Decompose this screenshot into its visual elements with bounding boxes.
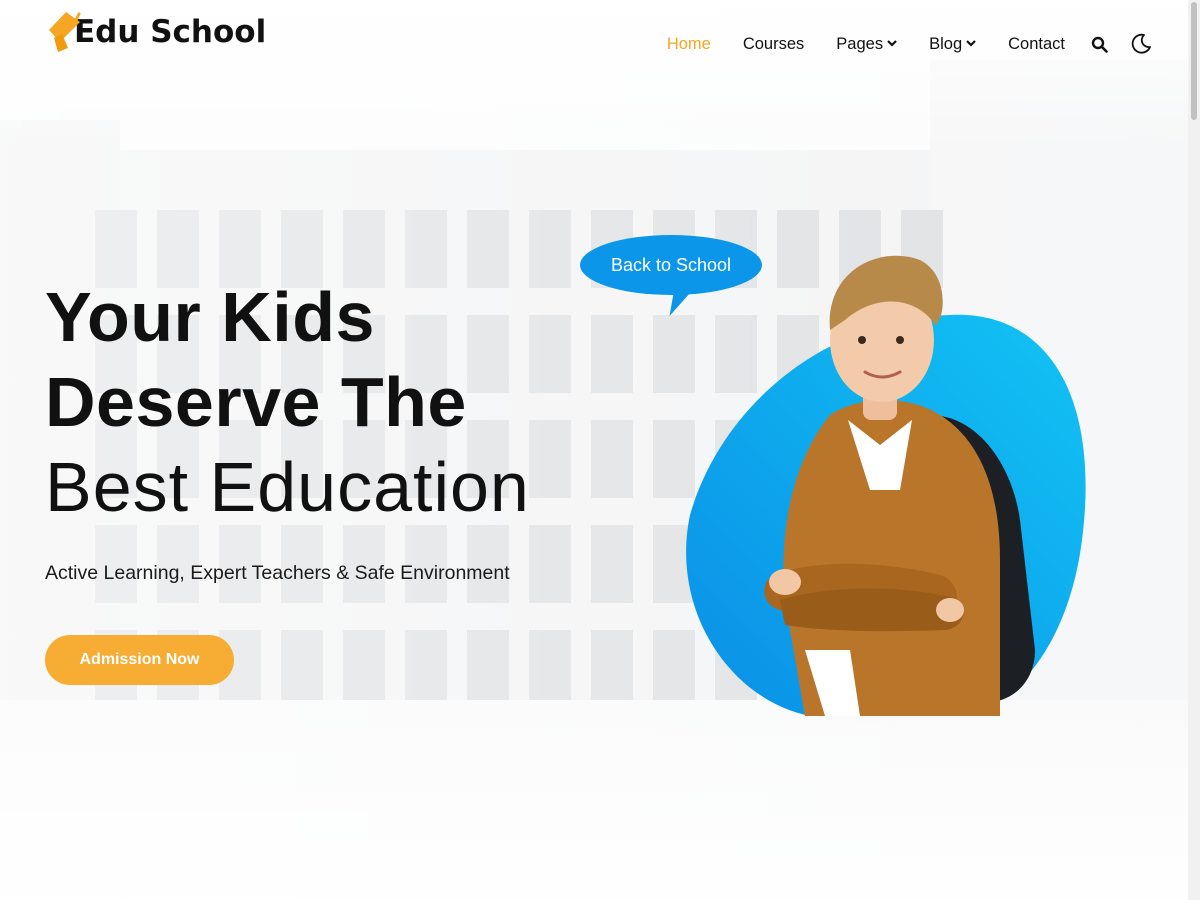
search-icon[interactable] <box>1091 36 1108 53</box>
hero-text: Your Kids Deserve The Best Education Act… <box>45 275 530 685</box>
nav-contact-label: Contact <box>1008 34 1065 53</box>
nav-item-pages[interactable]: Pages <box>836 35 897 54</box>
hero-heading-line-3: Best Education <box>45 448 530 526</box>
main-nav: Home Courses Pages Blog Contact <box>635 30 1152 58</box>
site-header: Edu School Home Courses Pages Blog Conta… <box>0 0 1200 90</box>
chevron-down-icon <box>966 39 976 50</box>
moon-icon[interactable] <box>1130 33 1152 55</box>
nav-courses-label: Courses <box>742 34 805 53</box>
scrollbar-thumb[interactable] <box>1191 2 1197 120</box>
nav-blog-label: Blog <box>929 34 963 53</box>
hero-subtitle: Active Learning, Expert Teachers & Safe … <box>45 562 510 584</box>
nav-item-contact[interactable]: Contact <box>1008 35 1065 54</box>
nav-item-home[interactable]: Home <box>667 35 711 54</box>
nav-pages-label: Pages <box>836 34 884 53</box>
site-logo[interactable]: Edu School <box>46 10 266 54</box>
hero-image <box>686 255 1086 716</box>
hero-illustration: Back to School <box>580 230 1100 720</box>
back-to-school-bubble: Back to School <box>580 235 762 295</box>
page-scrollbar[interactable] <box>1188 0 1200 900</box>
nav-item-blog[interactable]: Blog <box>929 35 976 54</box>
hero-heading-line-2: Deserve The <box>45 363 467 441</box>
graduation-cap-icon <box>46 10 86 54</box>
admission-now-button[interactable]: Admission Now <box>45 635 234 685</box>
nav-home-label: Home <box>666 34 711 53</box>
hero-heading-line-1: Your Kids <box>45 278 375 356</box>
brand-name: Edu School <box>74 14 267 50</box>
nav-item-courses[interactable]: Courses <box>743 35 804 54</box>
chevron-down-icon <box>887 39 897 50</box>
